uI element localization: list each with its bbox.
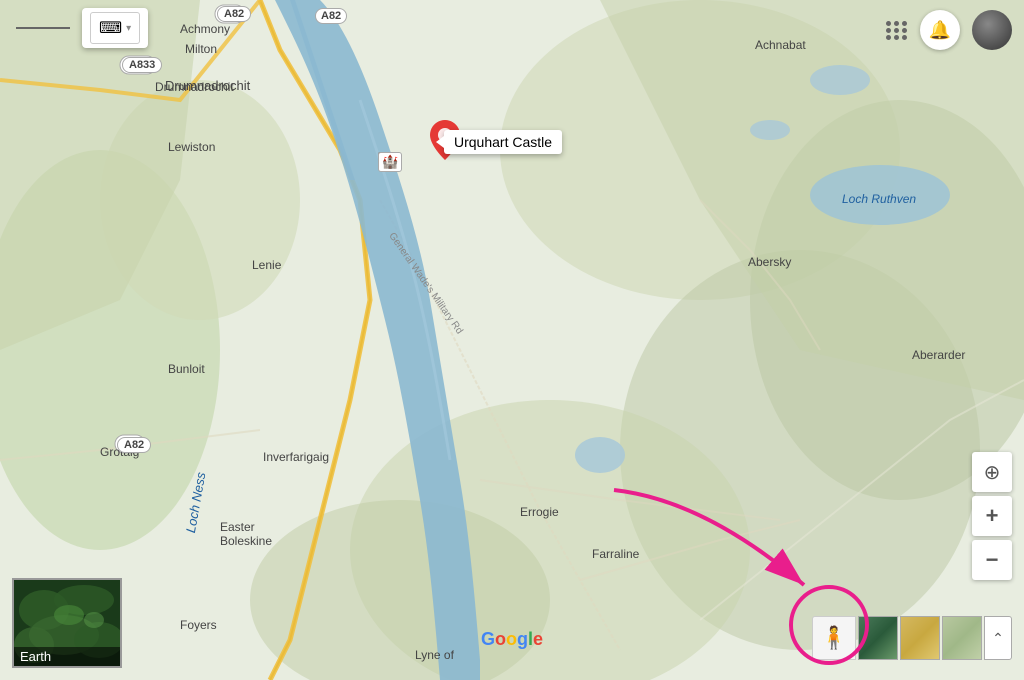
map-background <box>0 0 1024 680</box>
gps-icon: ⊕ <box>984 460 1001 485</box>
bottom-controls: 🧍 ⌃ <box>812 616 1012 660</box>
plus-icon: + <box>986 503 999 529</box>
earth-label: Earth <box>14 647 120 666</box>
apps-button[interactable] <box>886 21 908 40</box>
map-container: Achmony Milton Drumnadrochit Drumnadroch… <box>0 0 1024 680</box>
google-g2: g <box>517 629 528 649</box>
keyboard-button[interactable]: ⌨ ▾ <box>90 12 140 44</box>
pegman-icon: 🧍 <box>820 625 847 651</box>
pegman-button[interactable]: 🧍 <box>812 616 856 660</box>
zoom-out-button[interactable]: − <box>972 540 1012 580</box>
earth-thumbnail[interactable]: Earth <box>12 578 122 668</box>
google-o1: o <box>495 629 506 649</box>
google-logo: Google <box>481 629 543 650</box>
minus-icon: − <box>986 547 999 573</box>
chevron-up-icon: ⌃ <box>992 630 1004 647</box>
google-e: e <box>533 629 543 649</box>
google-o2: o <box>506 629 517 649</box>
keyboard-icon: ⌨ <box>99 18 122 38</box>
apps-grid-icon <box>886 21 908 40</box>
user-avatar-button[interactable] <box>972 10 1012 50</box>
expand-layers-button[interactable]: ⌃ <box>984 616 1012 660</box>
gps-button[interactable]: ⊕ <box>972 452 1012 492</box>
map-tile-button[interactable] <box>942 616 982 660</box>
search-bar: ⌨ ▾ <box>82 8 148 48</box>
top-right-controls: 🔔 <box>886 10 1012 50</box>
satellite-tile-button[interactable] <box>858 616 898 660</box>
google-g: G <box>481 629 495 649</box>
zoom-in-button[interactable]: + <box>972 496 1012 536</box>
notification-button[interactable]: 🔔 <box>920 10 960 50</box>
top-bar: ⌨ ▾ <box>0 0 1024 56</box>
bell-icon: 🔔 <box>929 20 951 41</box>
menu-button[interactable] <box>12 20 74 36</box>
terrain-tile-button[interactable] <box>900 616 940 660</box>
map-controls: ⊕ + − <box>972 452 1012 580</box>
castle-icon: 🏰 <box>378 152 402 172</box>
dropdown-arrow: ▾ <box>126 23 131 34</box>
pin-tooltip: Urquhart Castle <box>444 130 562 154</box>
